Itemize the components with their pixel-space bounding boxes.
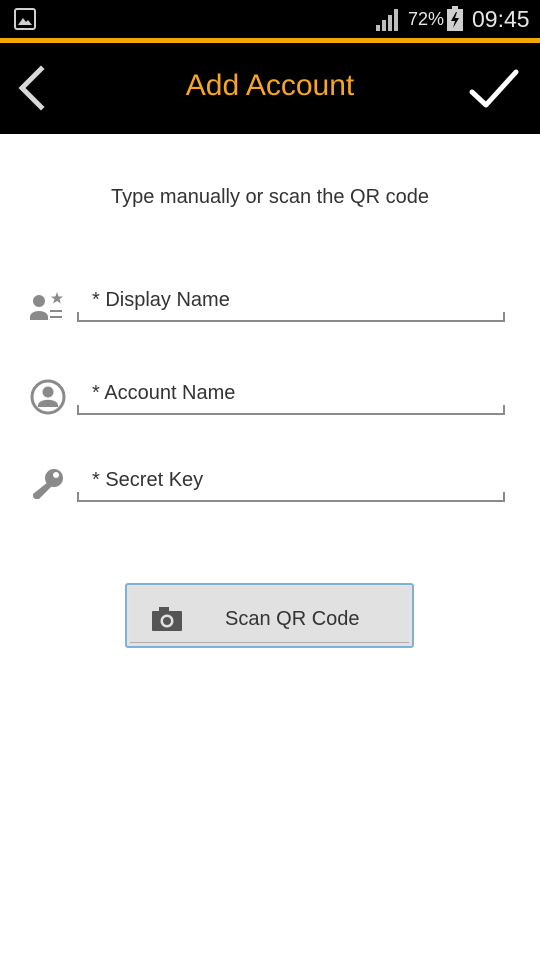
secret-key-underline <box>77 492 505 502</box>
gallery-icon <box>14 8 36 30</box>
account-name-underline <box>77 405 505 415</box>
display-name-underline <box>77 312 505 322</box>
secret-key-row <box>0 460 540 520</box>
checkmark-icon <box>469 69 519 108</box>
display-name-row <box>0 280 540 340</box>
confirm-button[interactable] <box>460 61 530 117</box>
clock: 09:45 <box>472 6 530 32</box>
app-bar: Add Account <box>0 43 540 134</box>
battery-charging-icon <box>447 6 463 31</box>
account-circle-icon <box>30 379 66 415</box>
key-icon <box>33 469 63 499</box>
scan-qr-code-button[interactable]: Scan QR Code <box>125 583 414 648</box>
account-name-row <box>0 373 540 433</box>
instructions-text: Type manually or scan the QR code <box>111 186 429 208</box>
camera-icon <box>152 607 182 631</box>
page-title: Add Account <box>185 69 355 102</box>
status-bar: 72% 09:45 <box>0 0 540 38</box>
signal-icon <box>376 9 398 31</box>
battery-percent: 72% <box>408 9 445 29</box>
user-star-icon <box>30 292 63 320</box>
scan-qr-code-label: Scan QR Code <box>225 608 360 630</box>
scan-button-surface: Scan QR Code <box>130 588 409 643</box>
